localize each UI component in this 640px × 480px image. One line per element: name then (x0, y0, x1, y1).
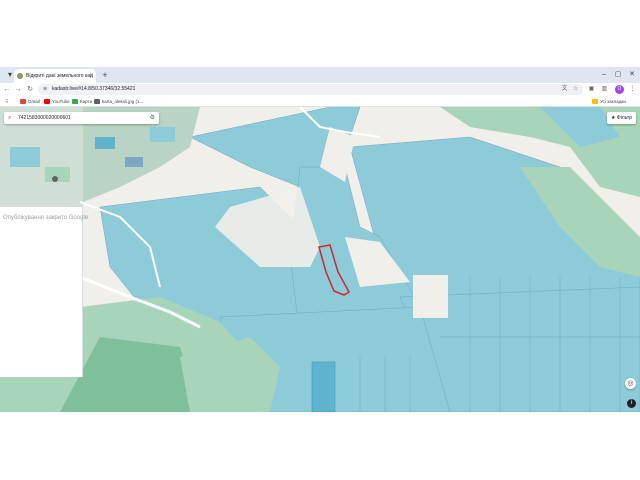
map-marker-icon[interactable] (52, 176, 58, 182)
translate-icon[interactable]: 文 (560, 85, 569, 94)
bookmark-gmail[interactable]: Gmail (20, 96, 40, 107)
menu-icon[interactable]: ⋮ (628, 85, 637, 94)
folder-icon (592, 99, 598, 105)
tab-active[interactable]: Відкриті дані земельного кад × (14, 69, 96, 83)
filters-icon: ★ (611, 115, 616, 121)
minimize-button[interactable]: – (598, 69, 610, 81)
info-button[interactable]: i (627, 399, 636, 408)
filters-button[interactable]: ★ Фільтр (607, 112, 636, 124)
settings-icon[interactable]: ⚙ (150, 112, 155, 124)
bare-area (413, 275, 448, 318)
toolbar: ← → ↻ ⊕ kadastr.live/#14.8/50.37346/32.5… (0, 83, 640, 96)
map-canvas[interactable]: ⌕ 7421583000020000601 ⚙ ★ Фільтр Опублік… (0, 107, 640, 412)
side-panel-text: Опублікування закрито Google (3, 215, 89, 221)
cadastral-map[interactable] (0, 107, 640, 412)
tab-strip: ▾ Відкриті дані земельного кад × + – ▢ ✕ (0, 67, 640, 83)
bookmarks-bar: ⠿ Gmail YouTube Карти karta_oleksii.jpg … (0, 96, 640, 107)
highlighted-parcel[interactable] (311, 361, 336, 412)
parcel[interactable] (10, 147, 40, 167)
search-icon: ⌕ (8, 115, 12, 121)
bookmark-youtube[interactable]: YouTube (44, 96, 70, 107)
youtube-icon (44, 99, 50, 105)
forward-button[interactable]: → (13, 83, 23, 96)
bookmark-star-icon[interactable]: ☆ (571, 85, 580, 94)
bookmark-label: Карти (80, 99, 93, 104)
parcel[interactable] (150, 127, 175, 142)
reload-button[interactable]: ↻ (25, 83, 35, 96)
bookmark-kadastr[interactable]: karta_oleksii.jpg (1... (94, 96, 143, 107)
parcel[interactable] (95, 137, 115, 149)
extensions-icon[interactable]: ▣ (587, 85, 596, 94)
gmail-icon (20, 99, 26, 105)
bookmark-label: YouTube (52, 99, 70, 104)
maximize-button[interactable]: ▢ (612, 69, 624, 81)
parcel[interactable] (125, 157, 143, 167)
new-tab-button[interactable]: + (99, 69, 111, 81)
site-info-icon[interactable]: ⊕ (43, 84, 47, 95)
side-panel-icon[interactable]: ▥ (600, 85, 609, 94)
back-button[interactable]: ← (2, 83, 12, 96)
side-panel: Опублікування закрито Google (0, 207, 88, 377)
all-bookmarks-label: Усі закладки (600, 99, 626, 104)
maps-icon (72, 99, 78, 105)
tab-close-icon[interactable]: × (89, 69, 93, 83)
browser-window: ▾ Відкриті дані земельного кад × + – ▢ ✕… (0, 0, 640, 480)
address-bar[interactable]: ⊕ kadastr.live/#14.8/50.37346/32.55421 (38, 84, 583, 95)
globe-icon (94, 99, 100, 105)
cadastral-search-input[interactable]: ⌕ 7421583000020000601 ⚙ (4, 112, 159, 124)
tab-title: Відкриті дані земельного кад (26, 73, 93, 79)
apps-grid-icon[interactable]: ⠿ (5, 96, 8, 107)
all-bookmarks[interactable]: Усі закладки (592, 96, 626, 107)
favicon-icon (17, 73, 23, 79)
search-value: 7421583000020000601 (18, 115, 71, 121)
bookmark-label: karta_oleksii.jpg (1... (102, 99, 144, 104)
locate-me-button[interactable]: ◎ (625, 378, 636, 389)
bookmark-label: Gmail (28, 99, 40, 104)
filters-label: Фільтр (616, 115, 632, 121)
url-text: kadastr.live/#14.8/50.37346/32.55421 (52, 86, 136, 92)
close-window-button[interactable]: ✕ (626, 69, 638, 81)
bookmark-maps[interactable]: Карти (72, 96, 92, 107)
profile-avatar[interactable]: O (615, 85, 624, 94)
